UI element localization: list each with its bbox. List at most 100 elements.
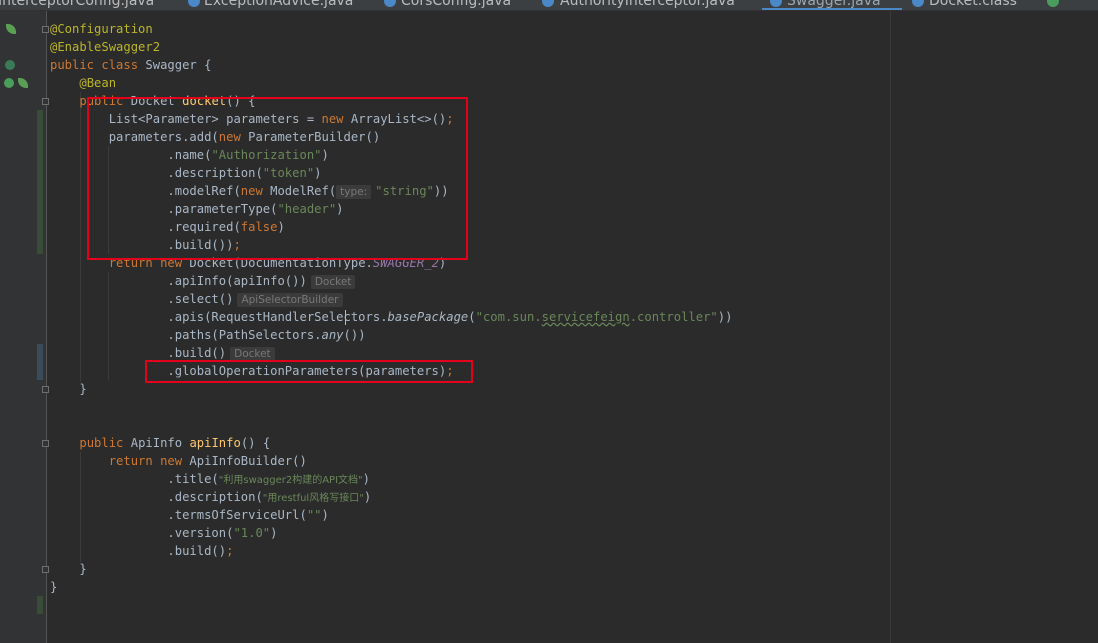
string-literal: .controller" [629, 310, 718, 324]
vcs-change-marker [37, 596, 43, 614]
tab-authority-interceptor[interactable]: AuthorityInterceptor.java [560, 0, 735, 10]
annotation: @Configuration [50, 22, 153, 36]
code-text: )) [717, 310, 733, 324]
code-text: .termsOfServiceUrl( [167, 508, 307, 522]
code-text: .build() [167, 346, 227, 360]
annotation: @EnableSwagger2 [50, 40, 161, 54]
method-name: apiInfo [189, 436, 241, 450]
right-margin-guide [890, 11, 891, 643]
code-text: .required( [167, 220, 241, 234]
tab-label: Docket.class [929, 0, 1017, 9]
semicolon: ; [233, 238, 241, 252]
code-text: ) [321, 148, 329, 162]
code-text: .title( [167, 472, 219, 486]
keyword: return [108, 256, 153, 270]
tab-exception-advice[interactable]: ExceptionAdvice.java [204, 0, 353, 10]
tab-docket-class[interactable]: Docket.class [929, 0, 1017, 10]
code-line: @EnableSwagger2 [50, 38, 160, 56]
code-text: ArrayList<>() [343, 112, 447, 126]
code-text: ) [270, 526, 278, 540]
fold-marker[interactable] [42, 440, 49, 447]
fold-marker[interactable] [42, 26, 49, 33]
tab-interceptor-config[interactable]: InterceptorConfig.java [0, 0, 154, 10]
code-line: .description("token") [50, 164, 321, 182]
code-line: @Configuration [50, 20, 153, 38]
fold-marker[interactable] [42, 566, 49, 573]
string-literal-typo: servicefeign [541, 310, 630, 324]
code-text: .modelRef( [167, 184, 241, 198]
tab-label: ExceptionAdvice.java [204, 0, 354, 9]
tab-label: AuthorityInterceptor.java [560, 0, 735, 9]
code-line: public ApiInfo apiInfo() { [50, 434, 270, 452]
keyword: false [240, 220, 278, 234]
annotation: @Bean [79, 76, 117, 90]
type-name: ApiInfo [130, 436, 183, 450]
brace: } [50, 580, 58, 594]
code-text: .apiInfo(apiInfo()) [167, 274, 307, 288]
code-text: .paths(PathSelectors. [167, 328, 322, 342]
code-text: parameters.add( [108, 130, 219, 144]
keyword: public [50, 58, 95, 72]
code-line: .build(); [50, 542, 233, 560]
code-text: ) [438, 256, 447, 270]
string-literal: "利用swagger2构建的API文档" [218, 475, 363, 486]
code-text: ApiInfoBuilder() [182, 454, 307, 468]
code-line: .apis(RequestHandlerSelectors.basePackag… [167, 310, 733, 324]
class-file-icon [770, 0, 782, 7]
code-text: .parameterType( [167, 202, 278, 216]
code-line: public class Swagger { [50, 56, 211, 74]
code-line: .select() ApiSelectorBuilder [50, 290, 343, 308]
semicolon: ; [226, 544, 234, 558]
vcs-change-marker [37, 110, 43, 254]
text-caret [345, 310, 346, 325]
code-text: .globalOperationParameters(parameters) [167, 364, 447, 378]
code-line: } [50, 578, 57, 596]
navigate-bean-icon[interactable] [4, 78, 14, 88]
code-line: public Docket docket() { [50, 92, 256, 110]
code-text: ) [363, 490, 372, 504]
semicolon: ; [446, 112, 454, 126]
code-line: .required(false) [50, 218, 284, 236]
code-text: .description( [167, 166, 263, 180]
code-text: ) [321, 508, 329, 522]
code-line: .globalOperationParameters(parameters); [50, 362, 454, 380]
keyword: public [79, 436, 124, 450]
code-line: @Bean [50, 74, 116, 92]
class-file-icon [188, 0, 200, 7]
tab-label: CorsConfig.java [401, 0, 512, 9]
static-method: basePackage [387, 310, 469, 324]
code-text: ) [336, 202, 344, 216]
tab-cors-config[interactable]: CorsConfig.java [401, 0, 511, 10]
code-text: .name( [167, 148, 212, 162]
code-text: ParameterBuilder() [240, 130, 381, 144]
code-text: .build() [167, 544, 227, 558]
active-tab-indicator [762, 8, 902, 10]
code-line: return new ApiInfoBuilder() [50, 452, 307, 470]
spring-config-icon[interactable] [5, 60, 15, 70]
code-text: Docket(DocumentationType. [182, 256, 373, 270]
code-line: .apiInfo(apiInfo()) Docket [50, 272, 356, 290]
code-line: .build() Docket [50, 344, 275, 362]
keyword: return [108, 454, 153, 468]
brace: { [196, 58, 212, 72]
code-text: .apis(RequestHandlerSelectors. [167, 310, 388, 324]
constant: SWAGGER_2 [372, 256, 439, 270]
code-line: List<Parameter> parameters = new ArrayLi… [50, 110, 454, 128]
keyword: new [240, 184, 263, 198]
string-literal: "1.0" [233, 526, 271, 540]
fold-marker[interactable] [42, 98, 49, 105]
tab-label: InterceptorConfig.java [0, 0, 155, 9]
string-literal: "header" [277, 202, 337, 216]
brace: } [79, 382, 87, 396]
method-signature: () { [226, 94, 256, 108]
semicolon: ; [446, 364, 454, 378]
string-literal: "Authorization" [211, 148, 322, 162]
code-line: return new Docket(DocumentationType.SWAG… [50, 254, 447, 272]
code-text: .select() [167, 292, 234, 306]
class-file-icon [542, 0, 554, 7]
fold-marker[interactable] [42, 386, 49, 393]
string-literal: "com.sun. [475, 310, 542, 324]
keyword: class [101, 58, 139, 72]
type-hint: Docket [230, 347, 275, 361]
code-line: .build()); [50, 236, 241, 254]
